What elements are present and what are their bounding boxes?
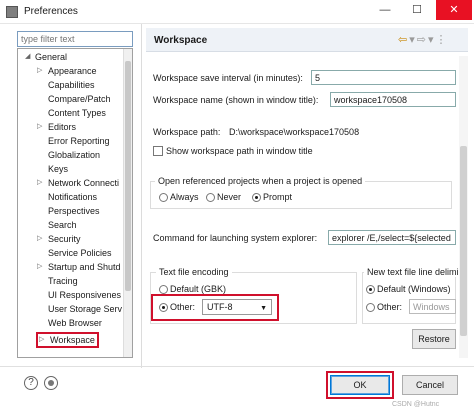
- encoding-select[interactable]: UTF-8 ▼: [202, 299, 272, 315]
- workspace-name-label: Workspace name (shown in window title):: [153, 95, 319, 105]
- open-always-radio[interactable]: [159, 193, 168, 202]
- tree-item-search[interactable]: Search: [48, 218, 77, 232]
- encoding-default-label: Default (GBK): [170, 284, 227, 294]
- pane-divider[interactable]: [141, 24, 142, 368]
- app-icon: [6, 6, 18, 18]
- tree-item-security[interactable]: ▷ Security: [37, 232, 81, 246]
- tree-collapsed-icon[interactable]: ▷: [37, 176, 42, 190]
- forward-menu-icon[interactable]: ▾: [428, 34, 436, 46]
- page-scroll-thumb[interactable]: [460, 146, 467, 336]
- newline-select[interactable]: Windows: [409, 299, 456, 314]
- newline-other-label: Other:: [377, 302, 403, 312]
- title-bar: Preferences — ☐ ✕: [0, 0, 474, 24]
- tree-item-capabilities[interactable]: Capabilities: [48, 78, 95, 92]
- restore-button[interactable]: Restore: [412, 329, 456, 349]
- minimize-button[interactable]: —: [372, 0, 398, 20]
- tree-collapsed-icon[interactable]: ▷: [37, 120, 42, 134]
- window-title: Preferences: [24, 6, 78, 17]
- workspace-path-label: Workspace path:: [153, 127, 221, 137]
- forward-arrow-icon[interactable]: ⇨: [417, 34, 428, 46]
- tree-item-notifications[interactable]: Notifications: [48, 190, 97, 204]
- more-options-icon[interactable]: ⋮: [436, 34, 449, 46]
- tree-item-perspectives[interactable]: Perspectives: [48, 204, 100, 218]
- line-delimiter-title: New text file line delimi: [364, 267, 462, 277]
- open-prompt-radio[interactable]: [252, 193, 261, 202]
- encoding-other-radio[interactable]: [159, 303, 168, 312]
- tree-item-user-storage[interactable]: User Storage Serv: [48, 302, 122, 316]
- explorer-command-label: Command for launching system explorer:: [153, 233, 318, 243]
- show-path-label: Show workspace path in window title: [166, 146, 313, 156]
- tree-item-globalization[interactable]: Globalization: [48, 148, 100, 162]
- page-scrollbar[interactable]: [459, 56, 468, 358]
- encoding-other-label: Other:: [170, 302, 196, 312]
- tree-collapsed-icon[interactable]: ▷: [37, 232, 42, 246]
- back-menu-icon[interactable]: ▾: [409, 34, 417, 46]
- tree-item-keys[interactable]: Keys: [48, 162, 68, 176]
- newline-other-radio[interactable]: [366, 303, 375, 312]
- nav-toolbar: ⇦▾⇨▾⋮: [398, 33, 449, 46]
- preferences-tree: ◢ General ▷ Appearance Capabilities Compar…: [17, 48, 133, 358]
- tree-collapsed-icon[interactable]: ▷: [37, 64, 42, 78]
- workspace-name-input[interactable]: workspace170508: [330, 92, 456, 107]
- tree-item-compare-patch[interactable]: Compare/Patch: [48, 92, 111, 106]
- open-projects-title: Open referenced projects when a project …: [155, 176, 366, 186]
- ok-button[interactable]: OK: [330, 375, 390, 395]
- close-button[interactable]: ✕: [436, 0, 472, 20]
- footer-separator: [0, 366, 474, 367]
- save-interval-input[interactable]: 5: [311, 70, 456, 85]
- tree-scrollbar[interactable]: [123, 49, 132, 357]
- help-icon[interactable]: ?: [24, 376, 38, 390]
- tree-item-ui-responsiveness[interactable]: UI Responsivenes: [48, 288, 121, 302]
- tree-item-service-policies[interactable]: Service Policies: [48, 246, 112, 260]
- page-title: Workspace: [154, 35, 208, 46]
- tree-item-error-reporting[interactable]: Error Reporting: [48, 134, 110, 148]
- tree-scroll-thumb[interactable]: [125, 61, 131, 291]
- explorer-command-input[interactable]: explorer /E,/select=${selected: [328, 230, 456, 245]
- open-always-label: Always: [170, 192, 199, 202]
- cancel-button[interactable]: Cancel: [402, 375, 458, 395]
- record-icon[interactable]: [44, 376, 58, 390]
- watermark-text: CSDN @Hutnc: [392, 401, 440, 408]
- tree-collapsed-icon[interactable]: ▷: [39, 334, 44, 346]
- newline-default-radio[interactable]: [366, 285, 375, 294]
- chevron-down-icon: ▼: [260, 305, 267, 312]
- filter-input[interactable]: [17, 31, 133, 47]
- tree-item-workspace[interactable]: ▷ Workspace: [36, 332, 99, 348]
- tree-item-editors[interactable]: ▷ Editors: [37, 120, 76, 134]
- show-path-checkbox[interactable]: [153, 146, 163, 156]
- open-never-radio[interactable]: [206, 193, 215, 202]
- text-encoding-title: Text file encoding: [156, 267, 232, 277]
- maximize-button[interactable]: ☐: [404, 0, 430, 20]
- back-arrow-icon[interactable]: ⇦: [398, 34, 409, 46]
- tree-item-startup-shutdown[interactable]: ▷ Startup and Shutd: [37, 260, 121, 274]
- open-never-label: Never: [217, 192, 242, 202]
- tree-expanded-icon[interactable]: ◢: [25, 50, 30, 64]
- encoding-default-radio[interactable]: [159, 285, 168, 294]
- encoding-select-value: UTF-8: [207, 302, 233, 312]
- workspace-path-value: D:\workspace\workspace170508: [229, 127, 360, 137]
- tree-item-network-connections[interactable]: ▷ Network Connecti: [37, 176, 119, 190]
- tree-item-web-browser[interactable]: Web Browser: [48, 316, 102, 330]
- tree-item-tracing[interactable]: Tracing: [48, 274, 78, 288]
- tree-item-appearance[interactable]: ▷ Appearance: [37, 64, 97, 78]
- open-prompt-label: Prompt: [263, 192, 293, 202]
- line-delimiter-group: [362, 272, 456, 324]
- tree-collapsed-icon[interactable]: ▷: [37, 260, 42, 274]
- save-interval-label: Workspace save interval (in minutes):: [153, 73, 303, 83]
- page-header: Workspace ⇦▾⇨▾⋮: [146, 28, 468, 52]
- tree-item-content-types[interactable]: Content Types: [48, 106, 106, 120]
- tree-item-general[interactable]: ◢ General: [25, 50, 67, 64]
- newline-default-label: Default (Windows): [377, 284, 451, 294]
